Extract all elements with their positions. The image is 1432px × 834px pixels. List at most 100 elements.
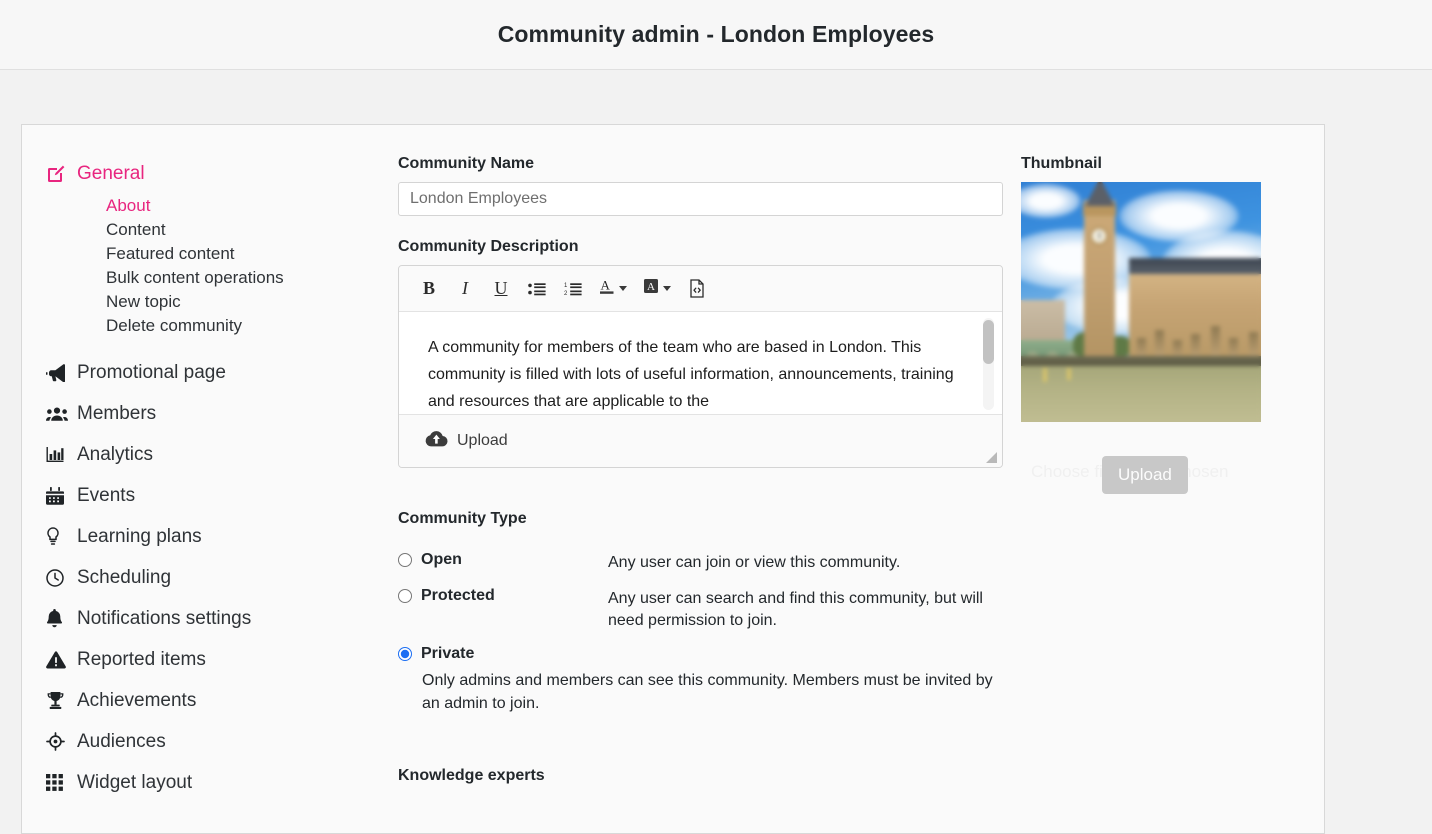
sidebar-subitem-new-topic[interactable]: New topic <box>46 290 380 314</box>
sidebar-subitem-about[interactable]: About <box>46 194 380 218</box>
users-icon <box>46 404 68 424</box>
thumbnail-blur-overlay <box>1021 182 1261 422</box>
radio-private-wrap: Private <box>398 645 608 663</box>
megaphone-icon <box>46 363 68 383</box>
sidebar-item-reported-items[interactable]: Reported items <box>46 639 380 680</box>
radio-protected[interactable] <box>398 589 412 603</box>
thumbnail-upload-row: Choose file No file chosen Upload <box>1021 456 1311 492</box>
sidebar-item-label: Learning plans <box>77 516 202 557</box>
sidebar-item-label: Widget layout <box>77 762 192 803</box>
editor-toolbar: B I U 1 2 <box>399 266 1002 312</box>
sidebar-item-label: Analytics <box>77 434 153 475</box>
community-name-input[interactable] <box>398 182 1003 216</box>
radio-protected-description: Any user can search and find this commun… <box>608 587 1003 632</box>
sidebar-item-label: Reported items <box>77 639 206 680</box>
underline-button[interactable]: U <box>485 274 517 304</box>
sidebar-subitem-bulk-content-operations[interactable]: Bulk content operations <box>46 266 380 290</box>
source-code-button[interactable] <box>681 274 713 304</box>
sidebar-item-label: Events <box>77 475 135 516</box>
sidebar-item-learning-plans[interactable]: Learning plans <box>46 516 380 557</box>
radio-open-wrap: Open <box>398 551 608 569</box>
community-name-label: Community Name <box>398 155 1003 173</box>
knowledge-experts-label: Knowledge experts <box>398 767 1003 785</box>
text-color-button[interactable]: A <box>593 274 633 304</box>
sidebar-item-members[interactable]: Members <box>46 393 380 434</box>
trophy-icon <box>46 691 68 711</box>
sidebar-item-general[interactable]: General <box>46 153 380 194</box>
warning-triangle-icon <box>46 650 68 670</box>
svg-text:A: A <box>601 278 611 293</box>
thumbnail-label: Thumbnail <box>1021 155 1311 173</box>
community-type-option-private: Private Only admins and members can see … <box>398 645 1003 715</box>
chevron-down-icon <box>663 286 671 291</box>
editor-body[interactable]: A community for members of the team who … <box>399 312 1002 415</box>
numbered-list-button[interactable]: 1 2 <box>557 274 589 304</box>
sidebar-item-analytics[interactable]: Analytics <box>46 434 380 475</box>
radio-open-description: Any user can join or view this community… <box>608 551 900 574</box>
radio-protected-label[interactable]: Protected <box>421 587 495 605</box>
sidebar-subitem-delete-community[interactable]: Delete community <box>46 314 380 338</box>
spacer <box>398 468 1003 510</box>
sidebar-item-events[interactable]: Events <box>46 475 380 516</box>
sidebar-item-audiences[interactable]: Audiences <box>46 721 380 762</box>
cloud-upload-icon <box>425 430 448 452</box>
admin-content: Community Name Community Description B I… <box>380 125 1324 794</box>
italic-button[interactable]: I <box>449 274 481 304</box>
sidebar-item-label: Audiences <box>77 721 166 762</box>
editor-upload-label: Upload <box>457 432 508 450</box>
sidebar-item-label: Promotional page <box>77 352 226 393</box>
chevron-down-icon <box>619 286 627 291</box>
highlight-color-glyph: A <box>643 277 660 300</box>
editor-resize-handle[interactable] <box>986 452 997 463</box>
thumbnail-column: Thumbnail <box>1021 155 1311 794</box>
thumbnail-upload-button[interactable]: Upload <box>1102 456 1188 494</box>
radio-private-description: Only admins and members can see this com… <box>398 669 1003 715</box>
community-type-option-protected: Protected Any user can search and find t… <box>398 587 1003 632</box>
radio-private[interactable] <box>398 647 412 661</box>
thumbnail-image <box>1021 182 1261 422</box>
calendar-icon <box>46 486 68 506</box>
sidebar-subitem-featured-content[interactable]: Featured content <box>46 242 380 266</box>
sidebar-item-label: Scheduling <box>77 557 171 598</box>
community-type-option-open: Open Any user can join or view this comm… <box>398 551 1003 574</box>
lightbulb-icon <box>46 527 68 547</box>
editor-footer: Upload <box>399 415 1002 467</box>
sidebar-item-label: General <box>77 153 145 194</box>
sidebar-item-label: Members <box>77 393 156 434</box>
sidebar-subitem-content[interactable]: Content <box>46 218 380 242</box>
text-color-glyph: A <box>599 277 616 300</box>
radio-open-label[interactable]: Open <box>421 551 462 569</box>
crosshairs-icon <box>46 732 68 752</box>
spacer <box>398 715 1003 767</box>
form-column: Community Name Community Description B I… <box>398 155 1003 794</box>
bulleted-list-button[interactable] <box>521 274 553 304</box>
bold-button[interactable]: B <box>413 274 445 304</box>
spacer <box>398 216 1003 238</box>
svg-text:1: 1 <box>564 283 568 289</box>
sidebar-item-achievements[interactable]: Achievements <box>46 680 380 721</box>
editor-upload-button[interactable]: Upload <box>425 430 508 452</box>
admin-sidebar: General About Content Featured content B… <box>22 125 380 833</box>
page-header: Community admin - London Employees <box>0 0 1432 70</box>
sidebar-item-scheduling[interactable]: Scheduling <box>46 557 380 598</box>
bell-icon <box>46 609 68 629</box>
sidebar-item-label: Notifications settings <box>77 598 251 639</box>
bar-chart-icon <box>46 445 68 465</box>
sidebar-item-widget-layout[interactable]: Widget layout <box>46 762 380 803</box>
sidebar-item-label: Achievements <box>77 680 196 721</box>
edit-square-icon <box>46 164 68 184</box>
svg-text:A: A <box>647 281 655 293</box>
editor-description-text: A community for members of the team who … <box>399 312 1002 415</box>
clock-icon <box>46 568 68 588</box>
page-title: Community admin - London Employees <box>498 21 935 48</box>
radio-private-label[interactable]: Private <box>421 645 474 663</box>
radio-open[interactable] <box>398 553 412 567</box>
grid-icon <box>46 773 68 793</box>
sidebar-item-notifications-settings[interactable]: Notifications settings <box>46 598 380 639</box>
admin-panel: General About Content Featured content B… <box>21 124 1325 834</box>
radio-protected-wrap: Protected <box>398 587 608 605</box>
highlight-color-button[interactable]: A <box>637 274 677 304</box>
sidebar-item-promotional-page[interactable]: Promotional page <box>46 352 380 393</box>
editor-scrollbar-thumb[interactable] <box>983 320 994 364</box>
rich-text-editor: B I U 1 2 <box>398 265 1003 468</box>
